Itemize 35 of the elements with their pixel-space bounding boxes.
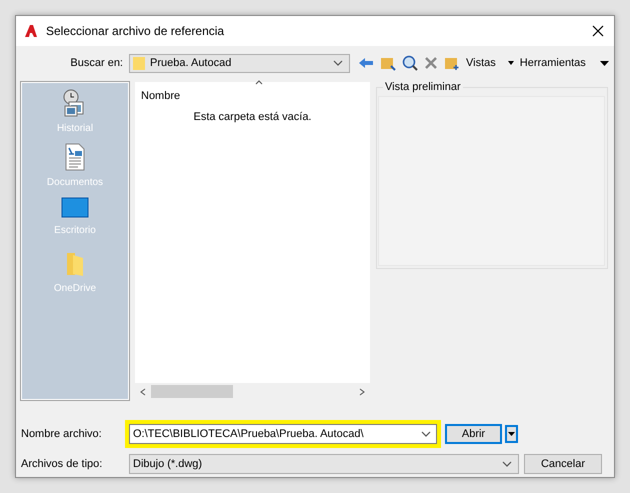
window-title: Seleccionar archivo de referencia — [46, 24, 226, 38]
file-name-field[interactable]: O:\TEC\BIBLIOTECA\Prueba\Prueba. Autocad\ — [129, 424, 437, 444]
cancel-button[interactable]: Cancelar — [524, 454, 602, 474]
open-button[interactable]: Abrir — [445, 424, 502, 444]
file-type-dropdown[interactable]: Dibujo (*.dwg) — [129, 454, 519, 474]
up-folder-button[interactable] — [380, 56, 396, 70]
scroll-right-icon[interactable] — [359, 388, 365, 396]
preview-title: Vista preliminar — [383, 81, 463, 93]
app-logo-icon — [24, 24, 38, 38]
close-button[interactable] — [590, 23, 606, 39]
monitor-icon — [61, 197, 89, 219]
sort-caret-icon — [255, 80, 263, 85]
scroll-left-icon[interactable] — [140, 388, 146, 396]
caret-down-icon — [600, 60, 609, 66]
caret-down-icon — [508, 61, 514, 65]
document-icon — [64, 143, 86, 171]
look-in-label: Buscar en: — [69, 57, 124, 69]
delete-button[interactable] — [424, 56, 438, 70]
open-options-button[interactable] — [505, 425, 518, 443]
search-button[interactable] — [402, 55, 418, 71]
empty-folder-message: Esta carpeta está vacía. — [192, 111, 312, 123]
new-folder-button[interactable] — [444, 56, 460, 70]
file-type-label: Archivos de tipo: — [20, 458, 104, 470]
back-button[interactable] — [358, 57, 374, 69]
chevron-down-icon — [421, 431, 431, 437]
folder-icon — [133, 56, 145, 70]
file-name-label: Nombre archivo: — [20, 428, 103, 440]
folder-icon — [65, 251, 85, 277]
chevron-down-icon — [502, 461, 512, 467]
tools-menu-button[interactable]: Herramientas — [520, 57, 586, 69]
look-in-dropdown[interactable]: Prueba. Autocad — [129, 54, 350, 72]
column-header[interactable]: Nombre — [135, 86, 370, 106]
views-menu-button[interactable]: Vistas — [466, 57, 496, 69]
caret-down-icon — [508, 432, 515, 436]
chevron-down-icon — [333, 60, 343, 66]
